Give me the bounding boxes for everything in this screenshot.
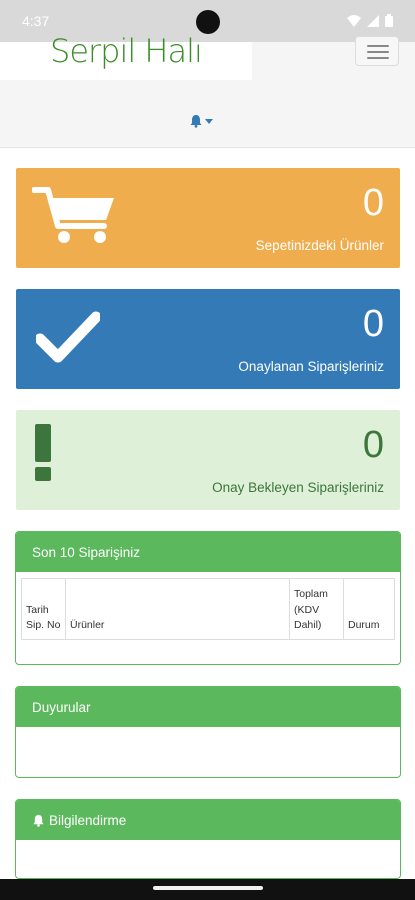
logo-text: Serpil Halı — [50, 32, 203, 70]
approved-label: Onaylanan Siparişleriniz — [238, 359, 384, 374]
approved-count: 0 — [362, 303, 384, 345]
cart-icon — [32, 187, 114, 243]
signal-icon — [367, 14, 379, 27]
menu-line-icon — [367, 51, 389, 53]
hamburger-menu-button[interactable] — [355, 36, 399, 66]
column-header[interactable]: Toplam (KDV Dahil) — [289, 578, 344, 640]
menu-line-icon — [367, 45, 389, 47]
logo[interactable]: Serpil Halı — [0, 32, 252, 80]
menu-line-icon — [367, 57, 389, 59]
announcements-heading: Duyurular — [16, 687, 400, 727]
home-gesture-handle[interactable] — [153, 886, 263, 890]
camera-cutout — [196, 10, 220, 34]
wifi-icon — [347, 14, 361, 27]
column-header[interactable]: Tarih Sip. No — [21, 578, 66, 640]
approved-orders-box[interactable]: 0 Onaylanan Siparişleriniz — [16, 289, 400, 389]
cart-summary-box[interactable]: 0 Sepetinizdeki Ürünler — [16, 168, 400, 268]
check-icon — [36, 311, 100, 363]
system-nav-bar — [0, 879, 415, 900]
column-header[interactable]: Durum — [343, 578, 395, 640]
orders-table: Tarih Sip. No Ürünler Toplam (KDV Dahil)… — [21, 578, 395, 640]
pending-count: 0 — [362, 424, 384, 466]
column-header[interactable]: Ürünler — [65, 578, 290, 640]
cart-label: Sepetinizdeki Ürünler — [255, 238, 384, 253]
recent-orders-title: Son 10 Siparişiniz — [32, 544, 141, 560]
announcements-panel: Duyurular — [15, 686, 401, 778]
recent-orders-heading: Son 10 Siparişiniz — [16, 532, 400, 572]
cart-count: 0 — [362, 182, 384, 224]
pending-orders-box[interactable]: 0 Onay Bekleyen Siparişleriniz — [16, 410, 400, 510]
info-heading: Bilgilendirme — [16, 800, 400, 840]
app-header: Serpil Halı — [0, 32, 415, 148]
exclamation-icon — [35, 424, 51, 481]
status-icons — [347, 14, 393, 27]
recent-orders-panel: Son 10 Siparişiniz Tarih Sip. No Ürünler… — [15, 531, 401, 665]
info-title: Bilgilendirme — [49, 812, 127, 828]
bell-icon — [33, 814, 44, 827]
announcements-title: Duyurular — [32, 699, 91, 715]
table-header-row: Tarih Sip. No Ürünler Toplam (KDV Dahil)… — [21, 578, 395, 640]
pending-label: Onay Bekleyen Siparişleriniz — [212, 480, 384, 495]
battery-icon — [385, 14, 393, 27]
bell-icon — [190, 115, 202, 128]
notifications-dropdown[interactable] — [189, 114, 213, 128]
caret-down-icon — [205, 118, 213, 124]
info-panel: Bilgilendirme — [15, 799, 401, 879]
status-time: 4:37 — [22, 13, 50, 29]
